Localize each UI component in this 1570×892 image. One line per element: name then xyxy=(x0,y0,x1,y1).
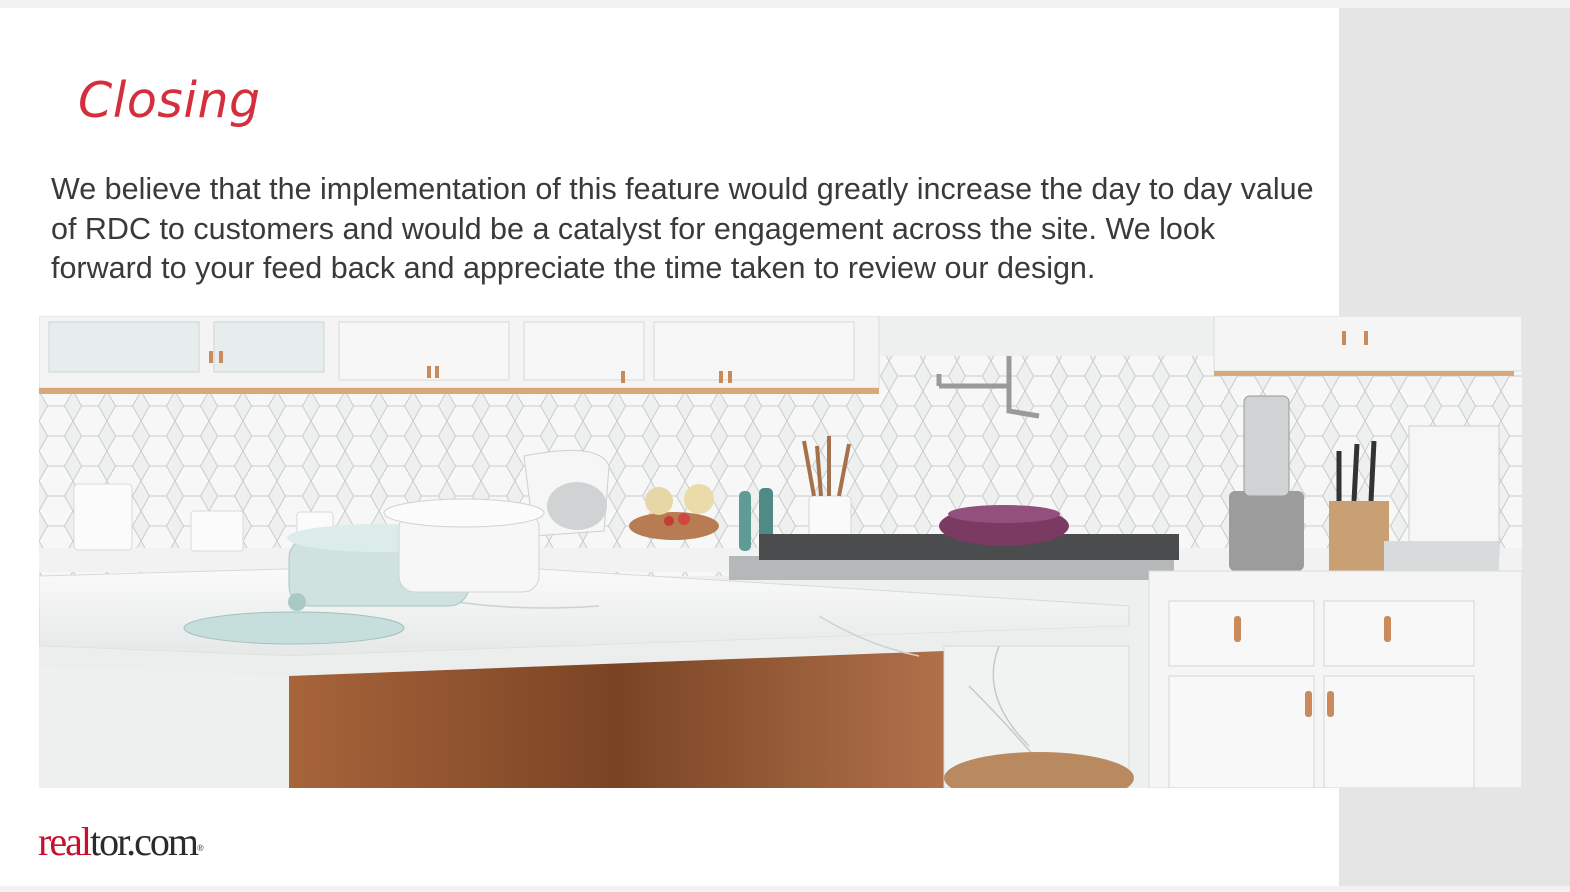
logo-text: tor.com xyxy=(89,819,199,864)
slide: Closing We believe that the implementati… xyxy=(0,8,1570,886)
slide-title: Closing xyxy=(78,72,261,129)
closing-paragraph: We believe that the implementation of th… xyxy=(51,172,1314,285)
kitchen-photo xyxy=(39,316,1522,788)
logo-text-accent: real xyxy=(38,819,92,864)
realtor-logo: realtor.com® xyxy=(38,819,204,865)
logo-registered-mark: ® xyxy=(197,843,204,853)
